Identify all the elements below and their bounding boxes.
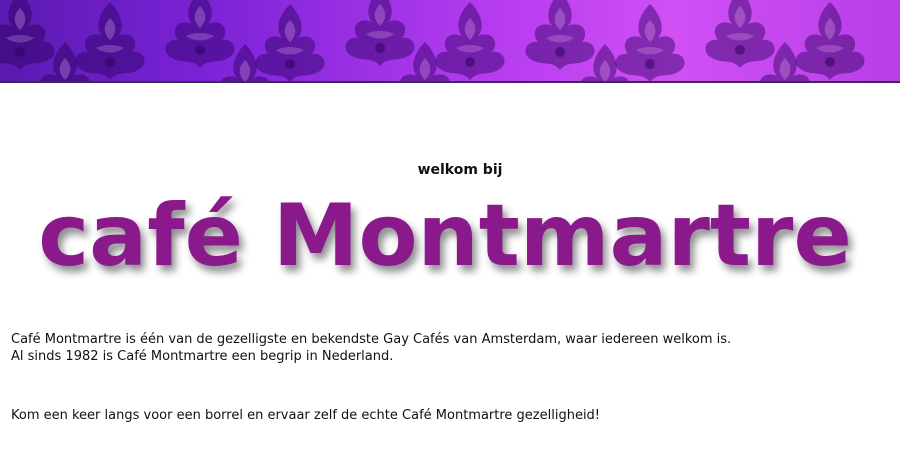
intro-paragraph: Café Montmartre is één van de gezelligst…: [11, 331, 731, 365]
intro-line-2: Al sinds 1982 is Café Montmartre een beg…: [11, 349, 394, 364]
welcome-text: welkom bij: [417, 162, 503, 178]
page-title: café Montmartre: [38, 186, 852, 286]
invite-text: Kom een keer langs voor een borrel en er…: [11, 408, 601, 423]
page: welkom bij café Montmartre Café Montmart…: [0, 0, 900, 459]
intro-line-1: Café Montmartre is één van de gezelligst…: [11, 332, 732, 347]
header-banner: [0, 0, 900, 83]
damask-pattern-icon: [0, 0, 865, 81]
